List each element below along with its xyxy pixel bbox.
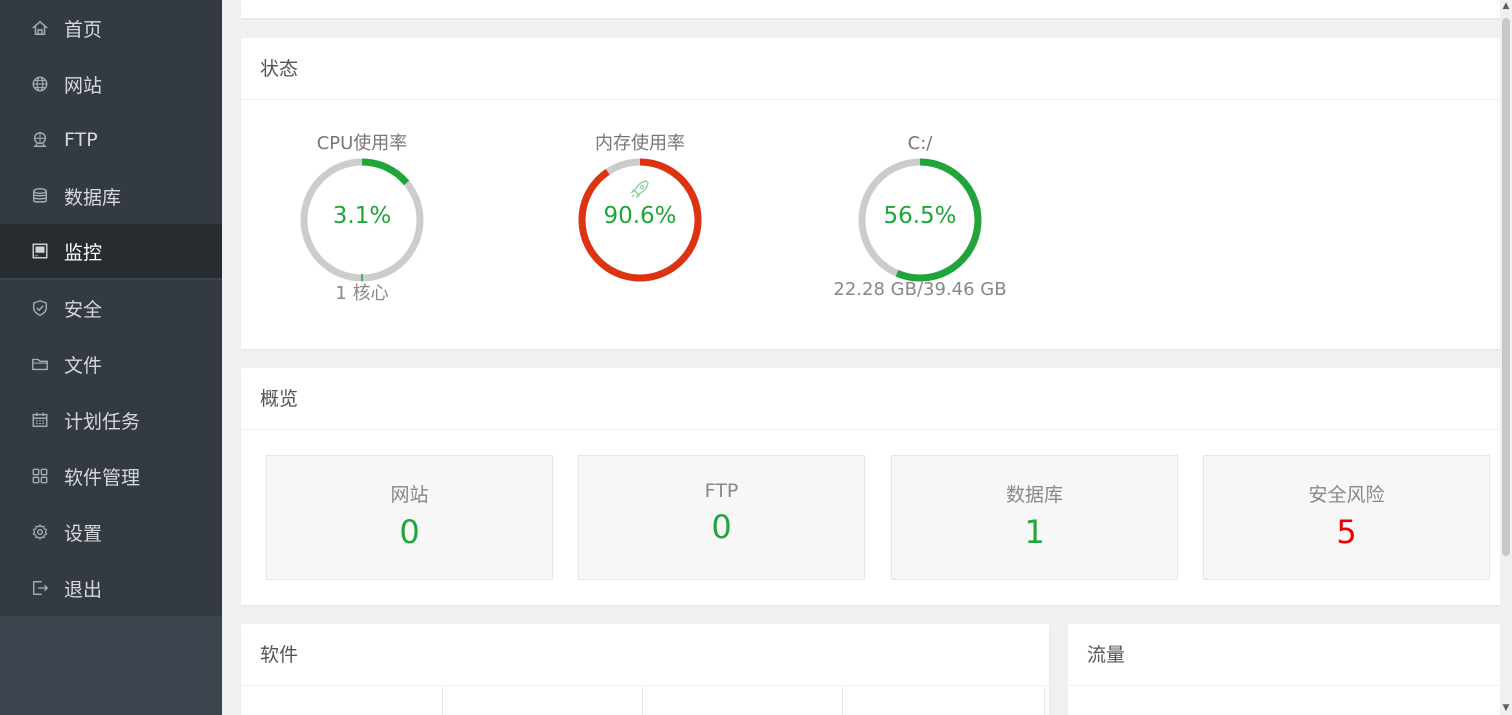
sidebar-item-logout[interactable]: 退出 [0,560,222,616]
sidebar-item-label: FTP [64,129,98,151]
cpu-gauge-value: 3.1% [332,203,392,229]
sidebar-item-label: 计划任务 [64,410,141,433]
software-slot[interactable] [443,687,643,715]
scroll-up-arrow-icon[interactable]: ▲ [1500,0,1512,12]
disk-usage-label: 22.28 GB/39.46 GB [833,279,1007,300]
overview-card-count[interactable]: 0 [579,508,864,546]
overview-card-label: 网站 [390,484,429,506]
cpu-gauge-arc [361,158,410,186]
cpu-cores-label: 1 核心 [335,283,389,304]
gear-icon [30,522,50,542]
status-title: 状态 [241,38,1500,100]
cpu-gauge-title: CPU使用率 [316,133,408,154]
disk-gauge-value: 56.5% [883,203,957,229]
sidebar-item-files[interactable]: 文件 [0,336,222,392]
sidebar-item-security[interactable]: 安全 [0,280,222,336]
sidebar-item-label: 安全 [64,298,103,321]
overview-card-label: 安全风险 [1308,484,1385,506]
shield-icon [30,298,50,318]
scroll-down-arrow-icon[interactable]: ▼ [1500,702,1512,714]
sidebar-item-label: 网站 [64,74,103,97]
rocket-icon[interactable] [630,180,649,199]
overview-card-count[interactable]: 0 [267,513,552,551]
app-window: 首页 网站 FTP 数据库 监控 安全 文件 计划任务 软件管理 设置 退出 状… [0,0,1512,715]
overview-card-database[interactable]: 数据库 1 [891,455,1178,580]
calendar-icon [30,410,50,430]
folder-icon [30,354,50,374]
sidebar-item-database[interactable]: 数据库 [0,168,222,224]
sidebar-footer [0,616,222,715]
software-title: 软件 [241,624,1049,686]
sidebar-item-label: 监控 [64,241,103,264]
apps-grid-icon [30,466,50,486]
globe-icon [30,74,50,94]
overview-card-count[interactable]: 1 [892,513,1177,551]
sidebar-item-ftp[interactable]: FTP [0,112,222,168]
sidebar-item-home[interactable]: 首页 [0,0,222,56]
monitor-icon [30,241,50,261]
sidebar-item-label: 设置 [64,522,103,545]
database-icon [30,186,50,206]
software-slot[interactable] [843,687,1045,715]
sidebar-item-settings[interactable]: 设置 [0,504,222,560]
overview-title: 概览 [241,368,1500,430]
sidebar-item-label: 文件 [64,354,103,377]
sidebar-item-label: 数据库 [64,186,122,209]
scrollbar-thumb[interactable] [1502,18,1510,556]
traffic-title: 流量 [1068,624,1500,686]
overview-card-label: FTP [704,480,739,502]
sidebar-item-websites[interactable]: 网站 [0,56,222,112]
logout-icon [30,578,50,598]
sidebar-item-label: 软件管理 [64,466,141,489]
overview-panel: 概览 网站 0 FTP 0 数据库 1 安全风险 5 [241,368,1500,605]
overview-card-websites[interactable]: 网站 0 [266,455,553,580]
sidebar-item-cron[interactable]: 计划任务 [0,392,222,448]
memory-gauge-value: 90.6% [603,203,677,229]
sidebar: 首页 网站 FTP 数据库 监控 安全 文件 计划任务 软件管理 设置 退出 [0,0,222,715]
memory-gauge[interactable]: 内存使用率 90.6% [560,131,720,287]
page-scrollbar[interactable]: ▲ ▼ [1500,0,1512,715]
disk-gauge-title: C:/ [907,133,933,154]
sidebar-item-label: 退出 [64,578,103,601]
ftp-icon [30,130,50,150]
software-slot[interactable] [241,687,443,715]
traffic-panel: 流量 [1068,624,1500,715]
software-panel: 软件 [241,624,1049,715]
software-slot[interactable] [643,687,843,715]
sidebar-item-label: 首页 [64,18,103,41]
cpu-gauge[interactable]: CPU使用率 3.1% 1 核心 [282,131,442,304]
overview-card-security-risk[interactable]: 安全风险 5 [1203,455,1490,580]
overview-card-label: 数据库 [1005,484,1063,506]
overview-card-count[interactable]: 5 [1204,513,1489,551]
overview-card-ftp[interactable]: FTP 0 [578,455,865,580]
memory-gauge-title: 内存使用率 [595,133,685,154]
disk-gauge[interactable]: C:/ 56.5% 22.28 GB/39.46 GB [833,131,1006,300]
status-panel: 状态 CPU使用率 3.1% 1 核心 内存使用率 90.6% C:/ 56.5… [241,38,1500,349]
home-icon [30,18,50,38]
sidebar-item-software[interactable]: 软件管理 [0,448,222,504]
sidebar-item-monitor[interactable]: 监控 [0,224,222,278]
top-panel [241,0,1500,18]
